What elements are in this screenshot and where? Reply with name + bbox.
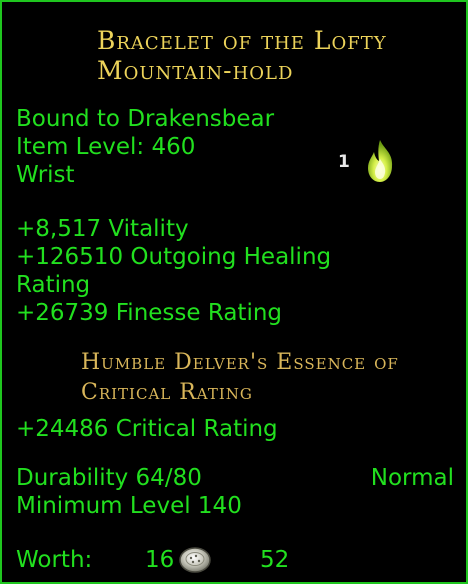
worth-silver: 16: [145, 547, 175, 573]
worth-label: Worth:: [16, 547, 93, 573]
silver-coin-icon: [179, 547, 211, 573]
essence-slot-flame-icon[interactable]: [362, 137, 398, 185]
essence-title: Humble Delver's Essence of Critical Rati…: [81, 350, 399, 405]
item-title: Bracelet of the Lofty Mountain-hold: [97, 26, 387, 85]
item-tooltip: Bracelet of the Lofty Mountain-hold Boun…: [0, 0, 468, 584]
item-level: Item Level: 460: [16, 134, 196, 160]
item-slot: Wrist: [16, 162, 75, 188]
stat-vitality: +8,517 Vitality: [16, 216, 189, 242]
essence-stat: +24486 Critical Rating: [16, 416, 278, 442]
durability: Durability 64/80: [16, 465, 202, 491]
minimum-level: Minimum Level 140: [16, 493, 242, 519]
bound-text: Bound to Drakensbear: [16, 106, 275, 132]
quality-label: Normal: [370, 465, 454, 491]
stat-outgoing-healing: +126510 Outgoing Healing: [16, 244, 332, 270]
stat-outgoing-healing-cont: Rating: [16, 272, 91, 298]
stat-finesse: +26739 Finesse Rating: [16, 300, 283, 326]
worth-copper: 52: [260, 547, 290, 573]
essence-slot-count: 1: [338, 152, 350, 172]
